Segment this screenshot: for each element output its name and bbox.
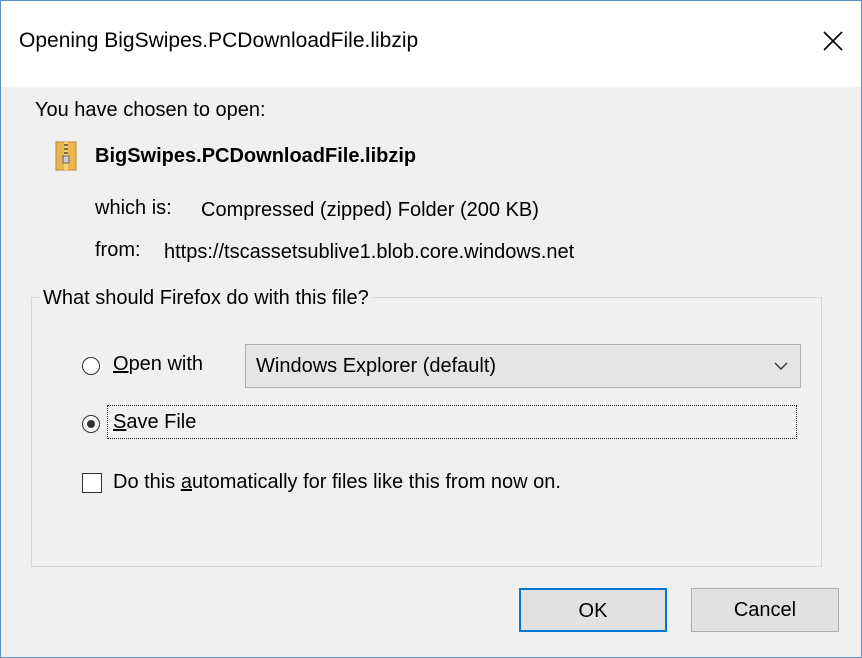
cancel-button[interactable]: Cancel: [691, 588, 839, 632]
action-question: What should Firefox do with this file?: [39, 287, 373, 310]
open-with-app-value: Windows Explorer (default): [256, 355, 497, 377]
save-file-label[interactable]: Save File: [113, 411, 196, 434]
auto-action-checkbox[interactable]: [82, 473, 102, 493]
open-with-label[interactable]: Open with: [113, 353, 203, 376]
radio-selected-dot: [86, 419, 95, 428]
close-icon[interactable]: [811, 19, 855, 63]
focus-indicator: [107, 405, 797, 439]
open-with-app-select[interactable]: Windows Explorer (default): [245, 344, 801, 388]
from-label: from:: [95, 239, 141, 261]
title-bar[interactable]: Opening BigSwipes.PCDownloadFile.libzip: [1, 1, 861, 87]
chevron-down-icon: [774, 359, 788, 378]
which-is-label: which is:: [95, 197, 172, 219]
intro-text: You have chosen to open:: [35, 99, 266, 121]
open-with-radio[interactable]: [82, 357, 100, 375]
auto-action-label[interactable]: Do this automatically for files like thi…: [113, 471, 561, 494]
dialog-body: You have chosen to open: BigSwipes.PCDow…: [1, 87, 861, 657]
file-type-value: Compressed (zipped) Folder (200 KB): [201, 199, 539, 221]
file-name: BigSwipes.PCDownloadFile.libzip: [95, 145, 417, 167]
download-dialog: Opening BigSwipes.PCDownloadFile.libzip …: [0, 0, 862, 658]
source-url: https://tscassetsublive1.blob.core.windo…: [164, 241, 575, 263]
ok-button[interactable]: OK: [519, 588, 667, 632]
zip-folder-icon: [55, 141, 77, 176]
save-file-radio[interactable]: [82, 415, 100, 433]
dialog-title: Opening BigSwipes.PCDownloadFile.libzip: [19, 29, 419, 52]
